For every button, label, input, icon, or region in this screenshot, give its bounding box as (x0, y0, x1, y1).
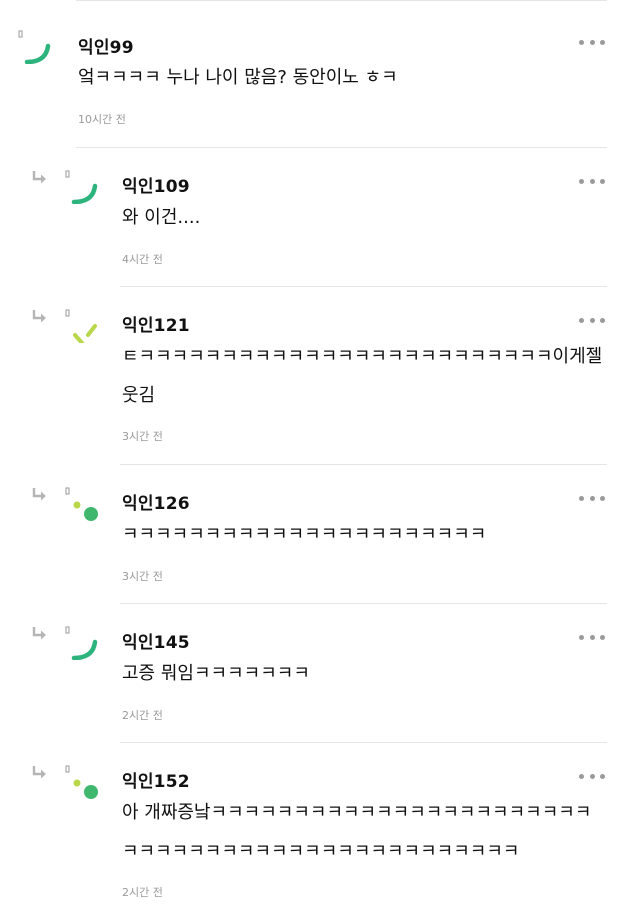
comment-nickname[interactable]: 익인145 (122, 628, 190, 653)
comment-item: 익인121 ㅌㅋㅋㅋㅋㅋㅋㅋㅋㅋㅋㅋㅋㅋㅋㅋㅋㅋㅋㅋㅋㅋㅋㅋㅋㅋ이게젤웃김 3시… (0, 287, 621, 465)
comment-item: 익인152 아 개짜증낰ㅋㅋㅋㅋㅋㅋㅋㅋㅋㅋㅋㅋㅋㅋㅋㅋㅋㅋㅋㅋㅋㅋㅋㅋㅋㅋㅋㅋ… (0, 743, 621, 905)
more-options-button[interactable] (579, 38, 605, 46)
more-options-button[interactable] (579, 494, 605, 502)
reply-arrow-icon (32, 310, 46, 323)
comment-text: ㅌㅋㅋㅋㅋㅋㅋㅋㅋㅋㅋㅋㅋㅋㅋㅋㅋㅋㅋㅋㅋㅋㅋㅋㅋㅋ이게젤웃김 (122, 346, 603, 406)
comment-item: 익인145 고증 뭐임ㅋㅋㅋㅋㅋㅋㅋ 2시간 전 (0, 604, 621, 743)
more-options-button[interactable] (579, 316, 605, 324)
comment-time: 2시간 전 (122, 709, 163, 722)
comment-nickname[interactable]: 익인99 (78, 33, 134, 58)
green-arc-icon[interactable] (18, 30, 52, 64)
reply-arrow-icon (32, 488, 46, 501)
more-options-button[interactable] (579, 633, 605, 641)
comment-time: 10시간 전 (78, 113, 126, 126)
comment-time: 3시간 전 (122, 430, 163, 443)
reply-arrow-icon (32, 766, 46, 779)
more-options-button[interactable] (579, 177, 605, 185)
comment-text: ㅋㅋㅋㅋㅋㅋㅋㅋㅋㅋㅋㅋㅋㅋㅋㅋㅋㅋㅋㅋㅋㅋ (122, 524, 487, 545)
reply-arrow-icon (32, 627, 46, 640)
comment-nickname[interactable]: 익인121 (122, 311, 190, 336)
more-options-button[interactable] (579, 772, 605, 780)
comment-nickname[interactable]: 익인109 (122, 172, 190, 197)
comment-text: 고증 뭐임ㅋㅋㅋㅋㅋㅋㅋ (122, 663, 310, 684)
comment-time: 4시간 전 (122, 253, 163, 266)
green-dot-icon[interactable] (65, 765, 99, 799)
reply-arrow-icon (32, 171, 46, 184)
comment-time: 2시간 전 (122, 886, 163, 899)
comment-nickname[interactable]: 익인126 (122, 489, 190, 514)
comment-text: 아 개짜증낰ㅋㅋㅋㅋㅋㅋㅋㅋㅋㅋㅋㅋㅋㅋㅋㅋㅋㅋㅋㅋㅋㅋㅋㅋㅋㅋㅋㅋㅋㅋㅋㅋㅋㅋ… (122, 802, 592, 862)
green-arc-icon[interactable] (65, 170, 99, 204)
comment-time: 3시간 전 (122, 570, 163, 583)
comment-text: 와 이건.... (122, 207, 201, 228)
comment-item: 익인126 ㅋㅋㅋㅋㅋㅋㅋㅋㅋㅋㅋㅋㅋㅋㅋㅋㅋㅋㅋㅋㅋㅋ 3시간 전 (0, 465, 621, 604)
green-dot-icon[interactable] (65, 487, 99, 521)
comment-item: 익인99 엌ㅋㅋㅋㅋ 누나 나이 많음? 동안이노 ㅎㅋ 10시간 전 (0, 0, 621, 148)
comment-nickname[interactable]: 익인152 (122, 767, 190, 792)
comment-item: 익인109 와 이건.... 4시간 전 (0, 148, 621, 287)
lime-slash-icon[interactable] (65, 309, 99, 343)
green-arc-icon[interactable] (65, 626, 99, 660)
comment-text: 엌ㅋㅋㅋㅋ 누나 나이 많음? 동안이노 ㅎㅋ (78, 67, 398, 88)
